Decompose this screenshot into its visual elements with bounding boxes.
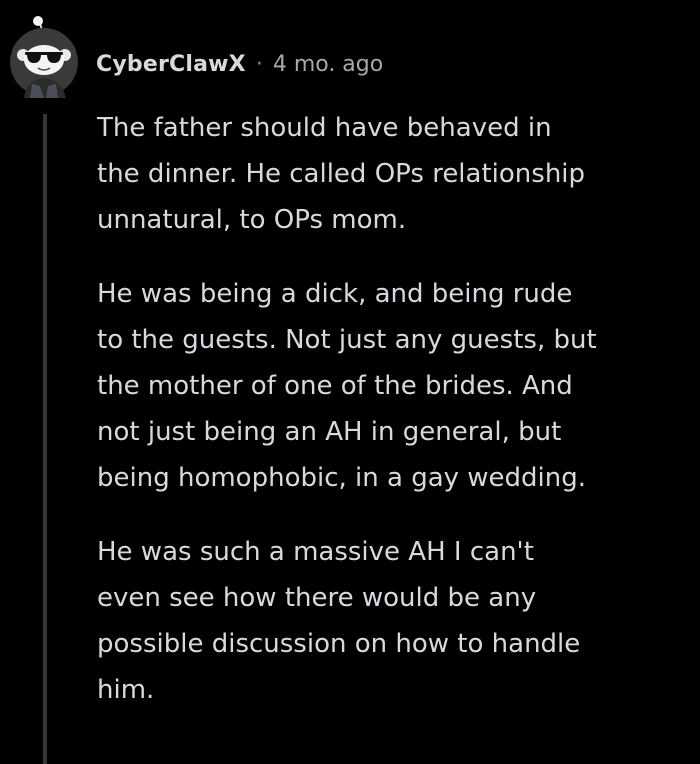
username-link[interactable]: CyberClawX: [96, 52, 246, 77]
timestamp[interactable]: 4 mo. ago: [273, 52, 383, 77]
comment: CyberClawX · 4 mo. ago The father should…: [0, 0, 700, 764]
text-line: the mother of one of the brides. And: [97, 371, 573, 401]
text-line: not just being an AH in general, but: [97, 417, 562, 447]
text-line: him.: [97, 675, 155, 705]
text-line: unnatural, to OPs mom.: [97, 205, 407, 235]
text-line: He was being a dick, and being rude: [97, 279, 573, 309]
text-line: even see how there would be any: [97, 583, 537, 613]
text-line: the dinner. He called OPs relationship: [97, 159, 586, 189]
comment-body: The father should have behaved in the di…: [97, 105, 687, 713]
comment-header: CyberClawX · 4 mo. ago: [96, 46, 383, 82]
meta-separator: ·: [255, 51, 263, 77]
comment-paragraph: The father should have behaved in the di…: [97, 105, 687, 243]
comment-paragraph: He was such a massive AH I can't even se…: [97, 529, 687, 713]
text-line: possible discussion on how to handle: [97, 629, 581, 659]
text-line: to the guests. Not just any guests, but: [97, 325, 597, 355]
snoo-avatar-icon[interactable]: [10, 14, 82, 98]
text-line: being homophobic, in a gay wedding.: [97, 463, 587, 493]
text-line: He was such a massive AH I can't: [97, 537, 534, 567]
thread-collapse-line[interactable]: [43, 114, 47, 764]
comment-paragraph: He was being a dick, and being rude to t…: [97, 271, 687, 501]
text-line: The father should have behaved in: [97, 113, 552, 143]
